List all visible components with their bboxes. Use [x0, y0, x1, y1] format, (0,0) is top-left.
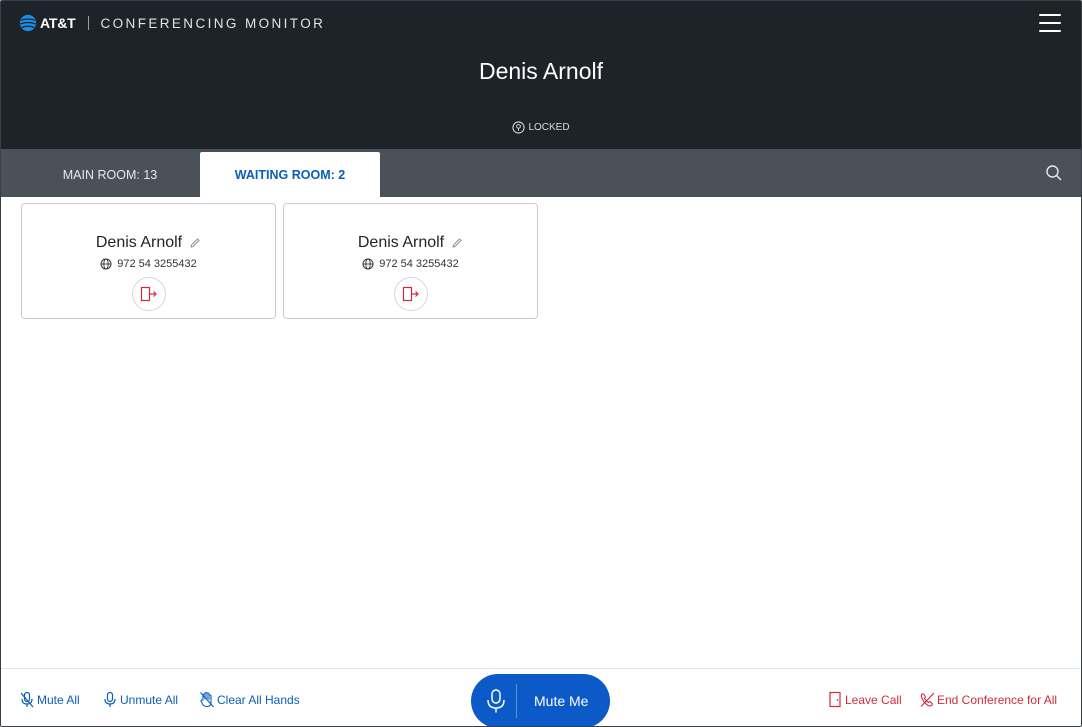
globe-icon [362, 258, 374, 270]
participant-phone: 972 54 3255432 [117, 258, 197, 270]
brand-divider [87, 16, 89, 30]
admit-door-icon [140, 286, 157, 302]
end-conference-label: End Conference for All [937, 692, 1058, 707]
pencil-icon[interactable] [189, 237, 201, 249]
participant-list: Denis Arnolf 972 54 3255432 Denis Arnolf… [21, 203, 538, 319]
host-name: Denis Arnolf [478, 58, 603, 84]
admit-participant-button[interactable] [131, 277, 166, 311]
brand: AT&T CONFERENCING MONITOR [19, 14, 325, 32]
participant-phone-row: 972 54 3255432 [284, 258, 537, 270]
leave-call-label: Leave Call [845, 692, 902, 707]
phone-off-icon [920, 692, 935, 707]
mute-me-label: Mute Me [534, 693, 589, 709]
participant-card: Denis Arnolf 972 54 3255432 [283, 203, 538, 319]
pencil-icon[interactable] [451, 237, 463, 249]
door-icon [829, 691, 841, 708]
header: AT&T CONFERENCING MONITOR Denis Arnolf L… [1, 1, 1081, 149]
lock-status-label: LOCKED [528, 122, 570, 133]
mute-me-button[interactable]: Mute Me [471, 674, 610, 726]
unmute-all-label: Unmute All [120, 692, 179, 707]
lock-icon [512, 121, 526, 134]
footer-toolbar: Mute All Unmute All Clear All Hands Mute… [1, 668, 1081, 726]
participant-name: Denis Arnolf [95, 234, 183, 251]
mute-me-divider [516, 684, 517, 718]
att-globe-icon [19, 14, 37, 32]
end-conference-button[interactable]: End Conference for All [919, 691, 1057, 708]
mute-all-label: Mute All [37, 692, 80, 707]
app-frame: AT&T CONFERENCING MONITOR Denis Arnolf L… [0, 0, 1082, 727]
participant-phone-row: 972 54 3255432 [22, 258, 275, 270]
app-title: CONFERENCING MONITOR [100, 15, 326, 31]
clear-all-hands-button[interactable]: Clear All Hands [199, 691, 300, 708]
participant-name: Denis Arnolf [357, 234, 445, 251]
mic-icon [487, 689, 505, 713]
admit-door-icon [402, 286, 419, 302]
clear-all-hands-label: Clear All Hands [217, 692, 300, 707]
room-tabs: MAIN ROOM: 13 WAITING ROOM: 2 [1, 149, 1081, 197]
mic-icon [104, 691, 116, 707]
participant-name-row: Denis Arnolf [284, 234, 537, 252]
tab-main-room[interactable]: MAIN ROOM: 13 [20, 152, 200, 197]
hamburger-menu-icon[interactable] [1039, 14, 1061, 34]
admit-participant-button[interactable] [393, 277, 428, 311]
globe-icon [100, 258, 112, 270]
participant-phone: 972 54 3255432 [379, 258, 459, 270]
mute-all-button[interactable]: Mute All [19, 691, 80, 708]
leave-call-button[interactable]: Leave Call [827, 691, 902, 708]
hand-off-icon [200, 691, 214, 708]
search-icon[interactable] [1045, 164, 1063, 182]
unmute-all-button[interactable]: Unmute All [102, 691, 178, 708]
mic-off-icon [20, 691, 34, 708]
brand-logo-text: AT&T [40, 15, 76, 31]
participant-card: Denis Arnolf 972 54 3255432 [21, 203, 276, 319]
tab-waiting-room[interactable]: WAITING ROOM: 2 [200, 152, 380, 197]
participant-name-row: Denis Arnolf [22, 234, 275, 252]
lock-status: LOCKED [1, 121, 1081, 134]
